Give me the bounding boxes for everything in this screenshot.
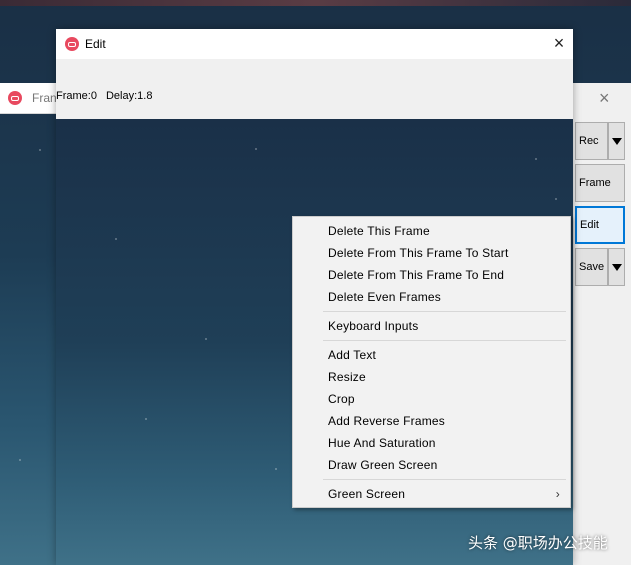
edit-window-titlebar[interactable]: Edit ×	[56, 29, 573, 59]
rec-button[interactable]: Rec	[575, 122, 608, 160]
menu-item-crop[interactable]: Crop	[293, 388, 570, 410]
delay-label: Delay:1.8	[105, 90, 153, 102]
edit-button[interactable]: Edit	[575, 206, 625, 244]
menu-item-draw-green-screen[interactable]: Draw Green Screen	[293, 454, 570, 476]
menu-item-keyboard-inputs[interactable]: Keyboard Inputs	[293, 315, 570, 337]
menu-separator	[323, 340, 566, 341]
rec-dropdown-button[interactable]	[608, 122, 625, 160]
save-button[interactable]: Save	[575, 248, 608, 286]
chevron-right-icon: ›	[555, 487, 560, 501]
app-icon	[65, 37, 79, 51]
chevron-down-icon	[611, 137, 622, 145]
menu-item-delete-even-frames[interactable]: Delete Even Frames	[293, 286, 570, 308]
watermark: 头条 @职场办公技能	[468, 534, 608, 552]
menu-item-delete-to-start[interactable]: Delete From This Frame To Start	[293, 242, 570, 264]
app-icon	[8, 91, 22, 105]
menu-item-resize[interactable]: Resize	[293, 366, 570, 388]
save-dropdown-button[interactable]	[608, 248, 625, 286]
menu-item-hue-saturation[interactable]: Hue And Saturation	[293, 432, 570, 454]
desktop-top-strip	[0, 0, 631, 6]
background-window-title: Fran	[32, 91, 57, 105]
edit-window-title: Edit	[85, 37, 106, 51]
frame-info-bar: Frame:0 Delay:1.8	[56, 59, 573, 119]
frame-number-label: Frame:0	[56, 90, 97, 102]
menu-item-green-screen-label: Green Screen	[328, 487, 406, 501]
menu-item-delete-to-end[interactable]: Delete From This Frame To End	[293, 264, 570, 286]
menu-item-green-screen[interactable]: Green Screen ›	[293, 483, 570, 505]
background-window-toolbar: × Rec Frame Edit Save	[572, 83, 631, 565]
menu-item-add-text[interactable]: Add Text	[293, 344, 570, 366]
menu-separator	[323, 311, 566, 312]
background-window-titlebar[interactable]: Fran	[0, 83, 58, 114]
menu-item-delete-this-frame[interactable]: Delete This Frame	[293, 220, 570, 242]
menu-item-add-reverse-frames[interactable]: Add Reverse Frames	[293, 410, 570, 432]
background-window-close-button[interactable]: ×	[599, 89, 610, 107]
context-menu: Delete This Frame Delete From This Frame…	[292, 216, 571, 508]
frame-button[interactable]: Frame	[575, 164, 625, 202]
chevron-down-icon	[611, 263, 622, 271]
menu-separator	[323, 479, 566, 480]
close-button[interactable]: ×	[548, 32, 570, 54]
